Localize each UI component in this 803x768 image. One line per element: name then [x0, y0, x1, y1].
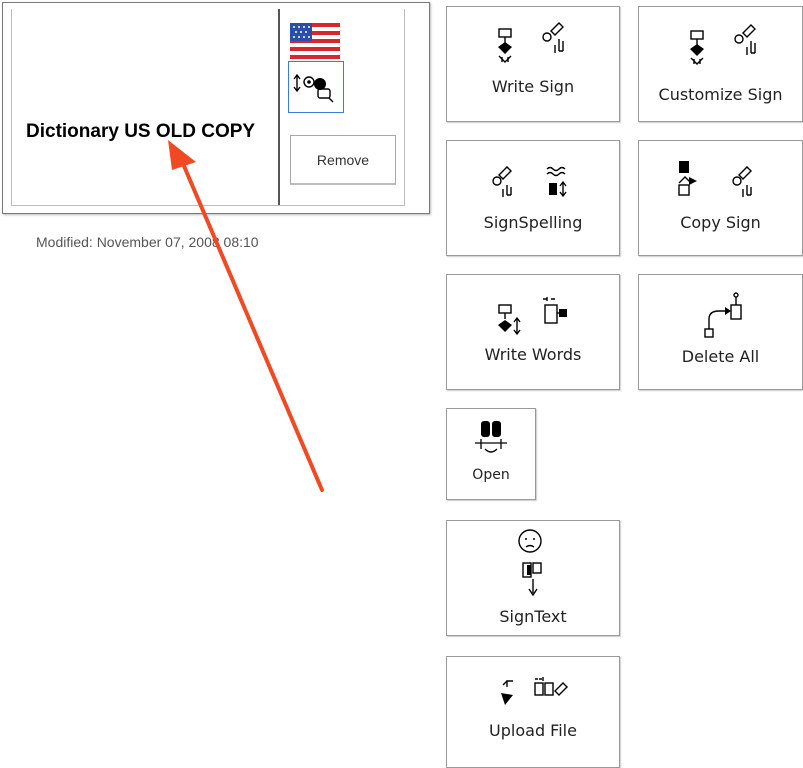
dictionary-title-cell[interactable]: Dictionary US OLD COPY: [12, 9, 280, 205]
signspelling-button[interactable]: SignSpelling: [446, 140, 620, 256]
signtext-button[interactable]: SignText: [446, 520, 620, 636]
write-sign-button[interactable]: Write Sign: [446, 6, 620, 122]
dictionary-actions-cell: Remove: [280, 9, 404, 205]
dictionary-card-inner: Dictionary US OLD COPY Remove: [11, 9, 405, 206]
delete-all-icon: [704, 292, 742, 338]
open-button[interactable]: Open: [446, 408, 536, 500]
modified-timestamp: Modified: November 07, 2008 08:10: [36, 234, 259, 250]
write-sign-label: Write Sign: [491, 77, 575, 96]
delete-all-button[interactable]: Delete All: [638, 274, 803, 390]
copy-sign-icon: [678, 161, 752, 197]
delete-all-label: Delete All: [681, 347, 760, 366]
write-words-button[interactable]: Write Words: [446, 274, 620, 390]
open-icon: [475, 421, 507, 453]
copy-sign-button[interactable]: Copy Sign: [638, 140, 803, 256]
signtext-label: SignText: [499, 607, 567, 626]
write-sign-icon: [498, 22, 564, 63]
upload-file-icon: [501, 677, 568, 705]
customize-sign-label: Customize Sign: [658, 85, 783, 104]
upload-file-button[interactable]: Upload File: [446, 656, 620, 768]
customize-sign-button[interactable]: Customize Sign: [638, 6, 803, 122]
signtext-icon: [518, 529, 542, 597]
remove-button[interactable]: Remove: [290, 135, 396, 185]
customize-sign-icon: [690, 24, 756, 65]
sign-symbol-box[interactable]: [288, 61, 344, 113]
copy-sign-label: Copy Sign: [680, 213, 761, 232]
open-label: Open: [472, 467, 510, 483]
signspelling-icon: [492, 166, 567, 198]
sign-symbol-icon: [293, 73, 334, 103]
upload-file-label: Upload File: [489, 721, 577, 740]
dictionary-title[interactable]: Dictionary US OLD COPY: [26, 121, 255, 143]
us-flag-icon[interactable]: [290, 23, 340, 59]
write-words-icon: [498, 297, 567, 336]
dictionary-card: Dictionary US OLD COPY Remove: [2, 2, 430, 214]
signspelling-label: SignSpelling: [483, 213, 583, 232]
write-words-label: Write Words: [484, 345, 582, 364]
